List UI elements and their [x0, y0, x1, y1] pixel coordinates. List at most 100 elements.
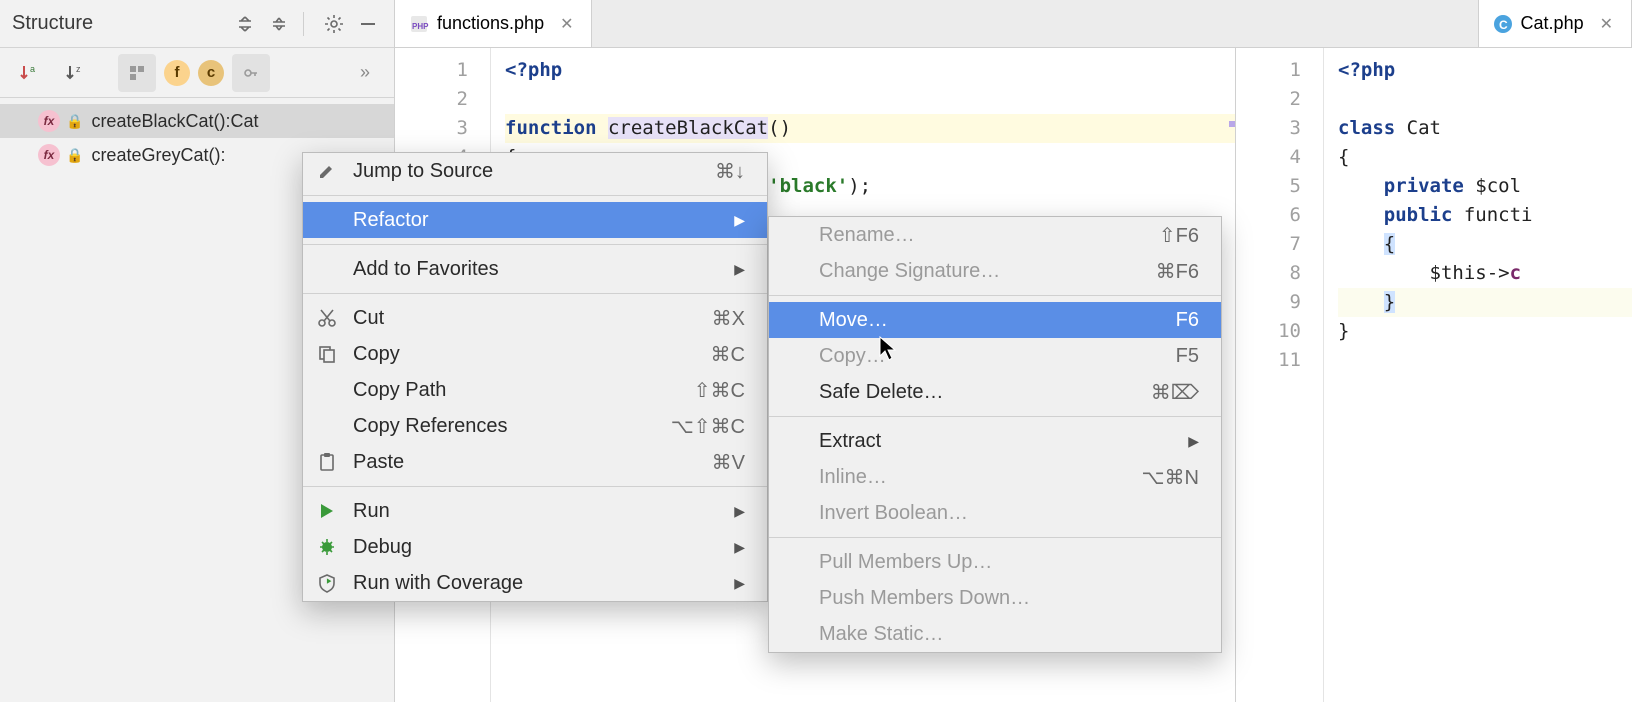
- structure-toolbar: a z f c »: [0, 48, 394, 98]
- menu-item-refactor[interactable]: Refactor ▶: [303, 202, 767, 238]
- menu-item-move[interactable]: Move…F6: [769, 302, 1221, 338]
- svg-text:C: C: [1499, 18, 1508, 32]
- group-icon[interactable]: [118, 54, 156, 92]
- menu-separator: [303, 244, 767, 245]
- menu-separator: [769, 416, 1221, 417]
- menu-item-debug[interactable]: Debug▶: [303, 529, 767, 565]
- marker: [1229, 121, 1235, 127]
- menu-item-label: Inline…: [819, 466, 887, 489]
- sort-icon[interactable]: a: [10, 54, 48, 92]
- tab-label: Cat.php: [1521, 13, 1584, 34]
- key-filter-icon[interactable]: [232, 54, 270, 92]
- submenu-arrow-icon: ▶: [734, 212, 745, 229]
- shortcut: F6: [1176, 309, 1199, 332]
- menu-item-label: Copy Path: [353, 379, 446, 402]
- menu-item-make-static: Make Static…: [769, 616, 1221, 652]
- menu-item-label: Paste: [353, 451, 404, 474]
- menu-item-label: Jump to Source: [353, 160, 493, 183]
- divider: [303, 12, 304, 36]
- svg-text:z: z: [76, 64, 81, 74]
- tab-cat[interactable]: C Cat.php ✕: [1478, 0, 1632, 47]
- copy-icon: [317, 344, 341, 364]
- function-badge-icon: fx: [38, 110, 60, 132]
- minimize-icon[interactable]: [354, 10, 382, 38]
- menu-item-copy-path[interactable]: Copy Path ⇧⌘C: [303, 372, 767, 408]
- gear-icon[interactable]: [320, 10, 348, 38]
- coverage-icon: [317, 573, 341, 593]
- menu-item-label: Cut: [353, 307, 384, 330]
- collapse-all-icon[interactable]: [265, 10, 293, 38]
- menu-item-extract[interactable]: Extract ▶: [769, 423, 1221, 459]
- php-file-icon: PHP: [409, 14, 429, 34]
- menu-item-label: Refactor: [353, 209, 429, 232]
- menu-item-change-signature: Change Signature…⌘F6: [769, 253, 1221, 289]
- shortcut: ⌘↓: [715, 159, 745, 184]
- menu-separator: [303, 195, 767, 196]
- lock-icon: 🔒: [66, 113, 83, 130]
- menu-separator: [769, 295, 1221, 296]
- menu-item-label: Rename…: [819, 224, 915, 247]
- svg-text:PHP: PHP: [412, 22, 429, 31]
- lock-icon: 🔒: [66, 147, 83, 164]
- menu-item-jump-to-source[interactable]: Jump to Source ⌘↓: [303, 153, 767, 189]
- menu-item-invert-boolean: Invert Boolean…: [769, 495, 1221, 531]
- menu-item-pull-members-up: Pull Members Up…: [769, 544, 1221, 580]
- shortcut: ⌥⌘N: [1142, 465, 1200, 490]
- menu-item-safe-delete[interactable]: Safe Delete… ⌘⌦: [769, 374, 1221, 410]
- menu-item-label: Make Static…: [819, 623, 943, 646]
- tab-functions[interactable]: PHP functions.php ✕: [395, 0, 592, 47]
- shortcut: ⌘F6: [1156, 259, 1199, 284]
- shortcut: F5: [1176, 345, 1199, 368]
- close-icon[interactable]: ✕: [560, 14, 573, 34]
- class-file-icon: C: [1493, 14, 1513, 34]
- structure-item[interactable]: fx 🔒 createBlackCat():Cat: [0, 104, 394, 138]
- cut-icon: [317, 308, 341, 328]
- shortcut: ⌘X: [712, 306, 745, 331]
- menu-item-inline: Inline… ⌥⌘N: [769, 459, 1221, 495]
- shortcut: ⌘⌦: [1151, 380, 1199, 405]
- gutter: 1 2 3 4 5 6 7 8 9 10 11: [1236, 48, 1324, 702]
- context-menu: Jump to Source⌘↓Refactor▶Add to Favorite…: [302, 152, 768, 602]
- sort-za-icon[interactable]: z: [56, 54, 94, 92]
- tabs-gap: [592, 0, 1477, 47]
- menu-item-label: Push Members Down…: [819, 587, 1030, 610]
- code-area[interactable]: <?php class Cat { private $col public fu…: [1324, 48, 1632, 702]
- expand-all-icon[interactable]: [231, 10, 259, 38]
- submenu-arrow-icon: ▶: [734, 503, 745, 520]
- menu-item-copy: Copy… F5: [769, 338, 1221, 374]
- menu-item-label: Copy…: [819, 345, 886, 368]
- menu-item-run-with-coverage[interactable]: Run with Coverage▶: [303, 565, 767, 601]
- fields-filter-icon[interactable]: f: [164, 60, 190, 86]
- shortcut: ⇧F6: [1159, 223, 1199, 248]
- shortcut: ⌘C: [711, 342, 745, 367]
- editor-cat[interactable]: 1 2 3 4 5 6 7 8 9 10 11 <?php class Cat …: [1236, 48, 1632, 702]
- menu-item-label: Add to Favorites: [353, 258, 499, 281]
- submenu-arrow-icon: ▶: [734, 261, 745, 278]
- menu-item-label: Invert Boolean…: [819, 502, 968, 525]
- menu-item-cut[interactable]: Cut ⌘X: [303, 300, 767, 336]
- menu-item-copy-references[interactable]: Copy References⌥⇧⌘C: [303, 408, 767, 444]
- menu-item-run[interactable]: Run▶: [303, 493, 767, 529]
- function-badge-icon: fx: [38, 144, 60, 166]
- structure-item-label: createGreyCat():: [91, 145, 225, 166]
- shortcut: ⇧⌘C: [694, 378, 745, 403]
- menu-item-paste[interactable]: Paste ⌘V: [303, 444, 767, 480]
- menu-item-rename: Rename… ⇧F6: [769, 217, 1221, 253]
- menu-separator: [769, 537, 1221, 538]
- menu-item-add-to-favorites[interactable]: Add to Favorites ▶: [303, 251, 767, 287]
- menu-item-label: Copy References: [353, 415, 508, 438]
- classes-filter-icon[interactable]: c: [198, 60, 224, 86]
- overflow-icon[interactable]: »: [346, 54, 384, 92]
- menu-item-label: Safe Delete…: [819, 381, 944, 404]
- menu-item-label: Copy: [353, 343, 400, 366]
- close-icon[interactable]: ✕: [1600, 14, 1613, 34]
- shortcut: ⌘V: [712, 450, 745, 475]
- menu-item-label: Extract: [819, 430, 881, 453]
- paste-icon: [317, 452, 341, 472]
- tab-label: functions.php: [437, 13, 544, 34]
- menu-separator: [303, 293, 767, 294]
- submenu-arrow-icon: ▶: [1188, 433, 1199, 450]
- debug-icon: [317, 537, 341, 557]
- menu-item-copy[interactable]: Copy ⌘C: [303, 336, 767, 372]
- svg-text:a: a: [30, 64, 35, 74]
